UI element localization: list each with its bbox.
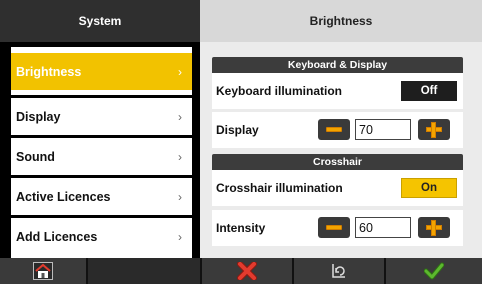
back-return-icon [332, 264, 345, 278]
section-title-crosshair: Crosshair [212, 154, 463, 170]
brightness-panel: Brightness Keyboard & Display Keyboard i… [200, 0, 482, 258]
confirm-check-icon [424, 262, 444, 280]
keyboard-illumination-row: Keyboard illumination Off [212, 73, 463, 109]
plus-icon [426, 219, 442, 236]
keyboard-illumination-toggle[interactable]: Off [401, 81, 457, 101]
chevron-right-icon: › [178, 64, 182, 79]
menu-item-label: Display [16, 109, 61, 124]
menu-item-label: Active Licences [16, 189, 111, 204]
cancel-x-icon [237, 262, 257, 280]
menu-item-label: Sound [16, 149, 55, 164]
menu-item-display[interactable]: Display › [11, 98, 192, 135]
system-menu: Brightness › Display › Sound › Active Li… [11, 47, 192, 258]
system-panel-title: System [0, 0, 200, 42]
intensity-increase-button[interactable] [418, 217, 450, 238]
plus-icon [426, 121, 442, 138]
display-brightness-value[interactable]: 70 [355, 119, 411, 140]
intensity-label: Intensity [216, 221, 266, 235]
intensity-value[interactable]: 60 [355, 217, 411, 238]
menu-item-sound[interactable]: Sound › [11, 138, 192, 175]
chevron-right-icon: › [178, 229, 182, 244]
home-button[interactable] [0, 258, 86, 284]
crosshair-illumination-toggle[interactable]: On [401, 178, 457, 198]
minus-icon [326, 225, 342, 230]
menu-item-brightness[interactable]: Brightness › [11, 53, 192, 90]
menu-item-label: Add Licences [16, 229, 98, 244]
back-return-button[interactable] [294, 258, 384, 284]
menu-item-add-licences[interactable]: Add Licences › [11, 218, 192, 255]
display-increase-button[interactable] [418, 119, 450, 140]
cancel-button[interactable] [202, 258, 292, 284]
intensity-row: Intensity 60 [212, 210, 463, 246]
crosshair-illumination-row: Crosshair illumination On [212, 170, 463, 206]
menu-item-label: Brightness [16, 64, 82, 79]
confirm-button[interactable] [386, 258, 482, 284]
minus-icon [326, 127, 342, 132]
intensity-decrease-button[interactable] [318, 217, 350, 238]
system-panel: System Brightness › Display › Sound › Ac… [0, 0, 200, 258]
chevron-right-icon: › [178, 149, 182, 164]
screen: System Brightness › Display › Sound › Ac… [0, 0, 482, 284]
toolbar-empty-slot [88, 258, 200, 284]
keyboard-illumination-label: Keyboard illumination [216, 84, 343, 98]
display-decrease-button[interactable] [318, 119, 350, 140]
display-brightness-label: Display [216, 123, 259, 137]
chevron-right-icon: › [178, 189, 182, 204]
bottom-toolbar [0, 258, 482, 284]
chevron-right-icon: › [178, 109, 182, 124]
home-icon [33, 262, 53, 280]
brightness-panel-title: Brightness [200, 0, 482, 42]
menu-item-active-licences[interactable]: Active Licences › [11, 178, 192, 215]
display-brightness-row: Display 70 [212, 112, 463, 148]
section-title-keyboard-display: Keyboard & Display [212, 57, 463, 73]
crosshair-illumination-label: Crosshair illumination [216, 181, 343, 195]
